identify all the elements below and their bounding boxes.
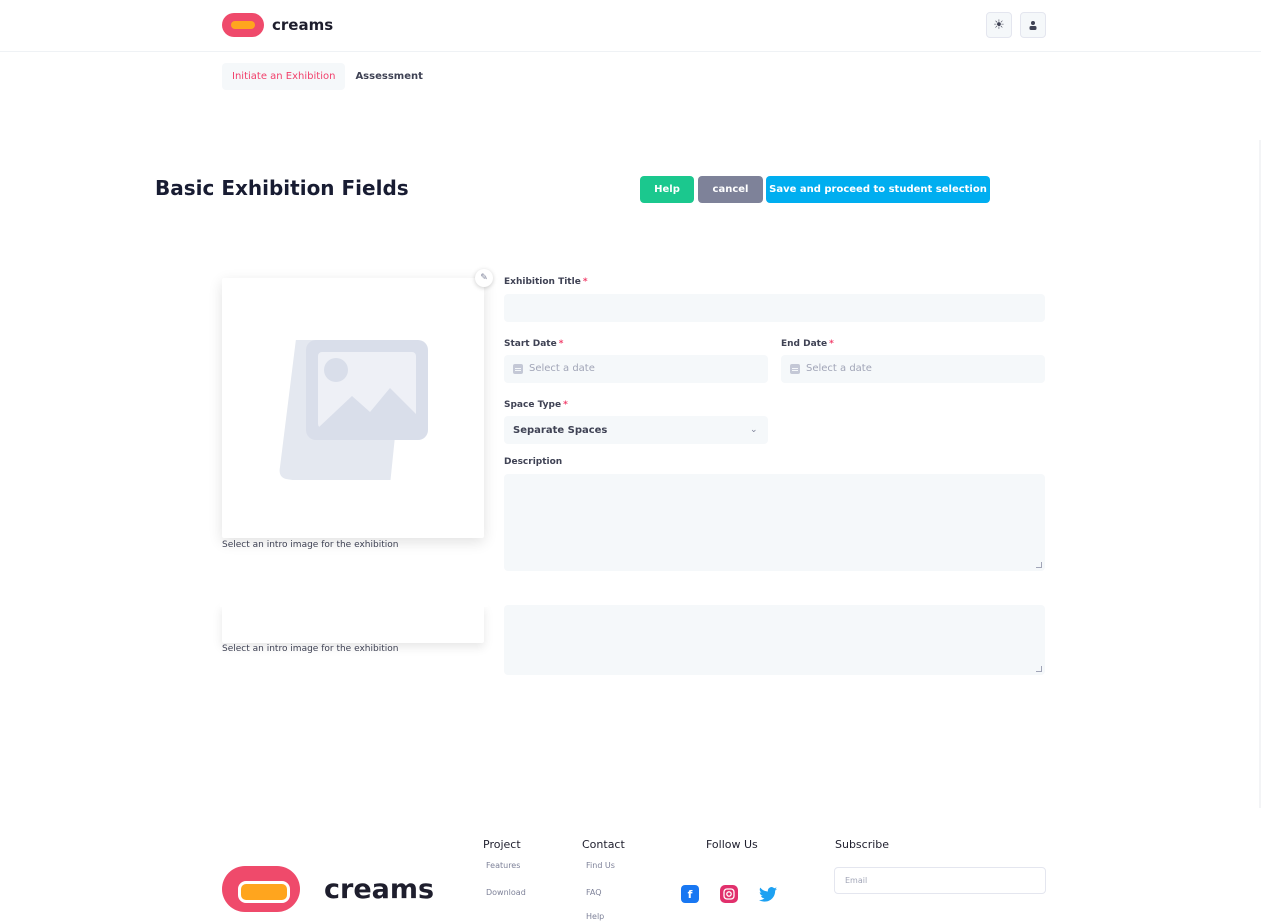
instagram-icon[interactable] (720, 885, 738, 903)
footer-logo[interactable]: creams (222, 866, 434, 912)
space-type-label-text: Space Type (504, 400, 562, 410)
required-mark: * (829, 339, 834, 349)
footer-logo-text: creams (324, 873, 435, 905)
description-textarea-duplicate[interactable] (504, 605, 1045, 675)
intro-image-picker[interactable] (222, 278, 484, 538)
cancel-button[interactable]: cancel (698, 176, 763, 203)
footer-follow-heading: Follow Us (706, 838, 758, 851)
exhibition-title-input[interactable] (504, 294, 1045, 322)
instagram-glyph-icon (723, 888, 735, 900)
footer-link-find-us[interactable]: Find Us (586, 861, 615, 870)
end-date-placeholder: Select a date (790, 363, 872, 374)
user-menu-button[interactable] (1020, 12, 1046, 38)
footer-subscribe-heading: Subscribe (835, 838, 890, 851)
intro-image-picker-duplicate[interactable] (220, 597, 488, 643)
footer-link-download[interactable]: Download (486, 888, 526, 897)
required-mark: * (582, 277, 588, 287)
start-date-placeholder-text: Select a date (529, 363, 595, 374)
pencil-icon: ✎ (480, 273, 488, 283)
description-label: Description (504, 457, 563, 467)
twitter-icon[interactable] (759, 885, 777, 903)
user-icon (1029, 21, 1037, 30)
creams-logo-icon (222, 866, 300, 912)
textarea-resize-handle[interactable] (1036, 562, 1042, 568)
logo-text: creams (272, 16, 334, 34)
required-mark: * (558, 339, 564, 349)
facebook-icon[interactable]: f (681, 885, 699, 903)
description-textarea[interactable] (504, 474, 1045, 571)
image-placeholder-icon (279, 340, 428, 480)
space-type-label: Space Type * (504, 400, 568, 410)
help-button[interactable]: Help (640, 176, 694, 203)
sun-icon: ☀ (993, 17, 1005, 33)
start-date-label: Start Date * (504, 339, 563, 349)
creams-logo-icon (222, 13, 264, 37)
tab-assessment[interactable]: Assessment (345, 63, 432, 90)
calendar-icon (790, 363, 800, 374)
exhibition-tabs: Initiate an Exhibition Assessment (222, 63, 433, 90)
footer-contact-heading: Contact (582, 838, 625, 851)
required-mark: * (563, 400, 568, 410)
exhibition-title-label-text: Exhibition Title (504, 277, 581, 287)
page-title: Basic Exhibition Fields (155, 176, 409, 200)
calendar-icon (513, 363, 523, 374)
intro-image-caption-duplicate: Select an intro image for the exhibition (222, 644, 399, 654)
textarea-resize-handle-duplicate[interactable] (1036, 666, 1042, 672)
start-date-placeholder: Select a date (513, 363, 595, 374)
footer-link-features[interactable]: Features (486, 861, 520, 870)
intro-image-caption: Select an intro image for the exhibition (222, 540, 399, 550)
footer-link-help[interactable]: Help (586, 912, 604, 921)
end-date-label-text: End Date (781, 339, 828, 349)
save-and-proceed-button[interactable]: Save and proceed to student selection (766, 176, 990, 203)
top-header: creams ☀ (0, 0, 1261, 52)
start-date-label-text: Start Date (504, 339, 557, 349)
twitter-bird-icon (759, 886, 777, 902)
theme-toggle-button[interactable]: ☀ (986, 12, 1012, 38)
exhibition-title-label: Exhibition Title * (504, 277, 588, 287)
footer-link-faq[interactable]: FAQ (586, 888, 602, 897)
chevron-down-icon: ⌄ (750, 425, 758, 435)
subscribe-email-input[interactable]: Email (834, 867, 1046, 894)
edit-image-button[interactable]: ✎ (475, 269, 493, 287)
header-logo[interactable]: creams (222, 13, 333, 37)
end-date-placeholder-text: Select a date (806, 363, 872, 374)
footer-project-heading: Project (483, 838, 521, 851)
end-date-label: End Date * (781, 339, 834, 349)
space-type-value: Separate Spaces (513, 425, 608, 436)
tab-initiate-exhibition[interactable]: Initiate an Exhibition (222, 63, 346, 90)
